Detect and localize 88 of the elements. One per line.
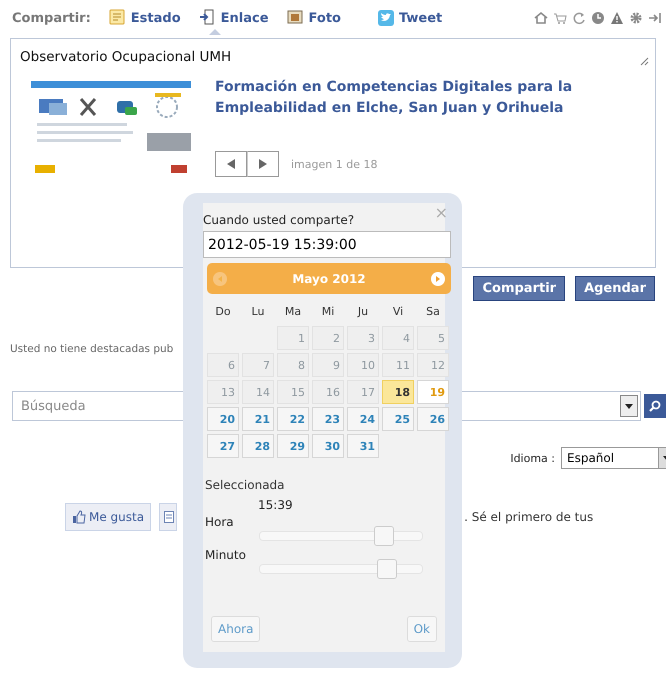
- day-cell[interactable]: 18: [382, 380, 414, 404]
- day-cell: 16: [312, 380, 344, 404]
- weekday-label: Sa: [425, 304, 441, 320]
- sign-out-icon: [648, 11, 662, 25]
- clock-icon: [591, 11, 605, 25]
- cart-icon: [553, 11, 567, 25]
- bird-icon: [376, 9, 395, 27]
- language-select[interactable]: Español: [561, 447, 666, 469]
- day-cell[interactable]: 27: [207, 434, 239, 458]
- day-cell: 8: [277, 353, 309, 377]
- day-cell: 1: [277, 326, 309, 350]
- composer-text: Observatorio Ocupacional UMH: [20, 49, 232, 65]
- close-button[interactable]: ×: [434, 203, 448, 222]
- day-cell: 17: [347, 380, 379, 404]
- notice-text: Usted no tiene destacadas pub: [10, 343, 174, 355]
- day-cell[interactable]: 30: [312, 434, 344, 458]
- day-cell[interactable]: 29: [277, 434, 309, 458]
- like-button[interactable]: Me gusta: [65, 503, 152, 531]
- image-counter: imagen 1 de 18: [291, 158, 378, 170]
- day-cell: 15: [277, 380, 309, 404]
- search-icon: [649, 400, 661, 412]
- search-button[interactable]: [644, 394, 666, 418]
- like-text: . Sé el primero de tus: [464, 510, 594, 524]
- selected-label: Seleccionada: [205, 478, 286, 492]
- slider-label: Minuto: [205, 548, 247, 562]
- resize-icon: [640, 57, 649, 66]
- warning-icon: [610, 11, 624, 25]
- weekday-label: Mi: [320, 304, 336, 320]
- day-cell[interactable]: 20: [207, 407, 239, 431]
- day-cell[interactable]: 25: [382, 407, 414, 431]
- caret-icon: [625, 404, 633, 408]
- share-tab[interactable]: Foto: [280, 1, 347, 35]
- home-icon: [534, 11, 548, 25]
- day-cell[interactable]: 28: [242, 434, 274, 458]
- day-cell[interactable]: 23: [312, 407, 344, 431]
- action-button[interactable]: Compartir: [473, 276, 566, 301]
- day-cell[interactable]: 22: [277, 407, 309, 431]
- dialog-button[interactable]: Ok: [406, 616, 437, 642]
- left-arrow-icon: [218, 276, 222, 282]
- day-cell[interactable]: 24: [347, 407, 379, 431]
- day-cell: 10: [347, 353, 379, 377]
- next-month-button[interactable]: [431, 272, 445, 286]
- month-title: Mayo 2012: [292, 272, 366, 286]
- share-label: Compartir:: [12, 10, 91, 26]
- link-title[interactable]: Formación en Competencias Digitales para la Empleabilidad en Elche, San Juan y Orihuela: [215, 77, 615, 119]
- day-cell: 7: [242, 353, 274, 377]
- right-arrow-icon: [259, 159, 267, 169]
- weekday-label: Lu: [250, 304, 266, 320]
- weekday-label: Ma: [284, 304, 302, 320]
- share-tab[interactable]: Estado: [102, 1, 187, 35]
- day-cell[interactable]: 19: [417, 380, 449, 404]
- day-cell: 2: [312, 326, 344, 350]
- day-cell[interactable]: 21: [242, 407, 274, 431]
- weekday-label: Do: [214, 304, 232, 320]
- field-label: Cuando usted comparte?: [203, 213, 356, 227]
- day-cell: 5: [417, 326, 449, 350]
- day-cell[interactable]: 26: [417, 407, 449, 431]
- slider-handle[interactable]: [377, 559, 398, 579]
- selected-time: 15:39: [258, 498, 294, 512]
- slider-label: Hora: [205, 515, 235, 529]
- day-cell[interactable]: 31: [347, 434, 379, 458]
- dialog-button[interactable]: Ahora: [211, 616, 260, 642]
- day-cell: 14: [242, 380, 274, 404]
- day-cell: 4: [382, 326, 414, 350]
- day-cell: 6: [207, 353, 239, 377]
- right-arrow-icon: [436, 276, 440, 282]
- day-cell: 12: [417, 353, 449, 377]
- note-icon: [108, 9, 127, 27]
- thumbs-up-icon: [72, 510, 86, 524]
- slider-handle[interactable]: [374, 526, 394, 546]
- next-button[interactable]: [247, 151, 279, 177]
- previous-button[interactable]: [215, 151, 247, 177]
- action-button[interactable]: Agendar: [575, 276, 655, 301]
- message-icon: [164, 511, 174, 523]
- day-cell: 13: [207, 380, 239, 404]
- day-cell: 11: [382, 353, 414, 377]
- send-button[interactable]: [159, 503, 178, 531]
- language-label: Idioma :: [510, 452, 555, 464]
- left-arrow-icon: [227, 159, 235, 169]
- refresh-icon: [572, 11, 586, 25]
- weekday-label: Ju: [356, 304, 370, 320]
- share-tab[interactable]: Tweet: [370, 1, 448, 35]
- day-cell: 3: [347, 326, 379, 350]
- date-time-field[interactable]: 2012-05-19 15:39:00: [203, 231, 451, 258]
- gear-icon: [629, 11, 643, 25]
- dropdown-button[interactable]: [620, 395, 638, 417]
- weekday-label: Vi: [392, 304, 404, 320]
- day-cell: 9: [312, 353, 344, 377]
